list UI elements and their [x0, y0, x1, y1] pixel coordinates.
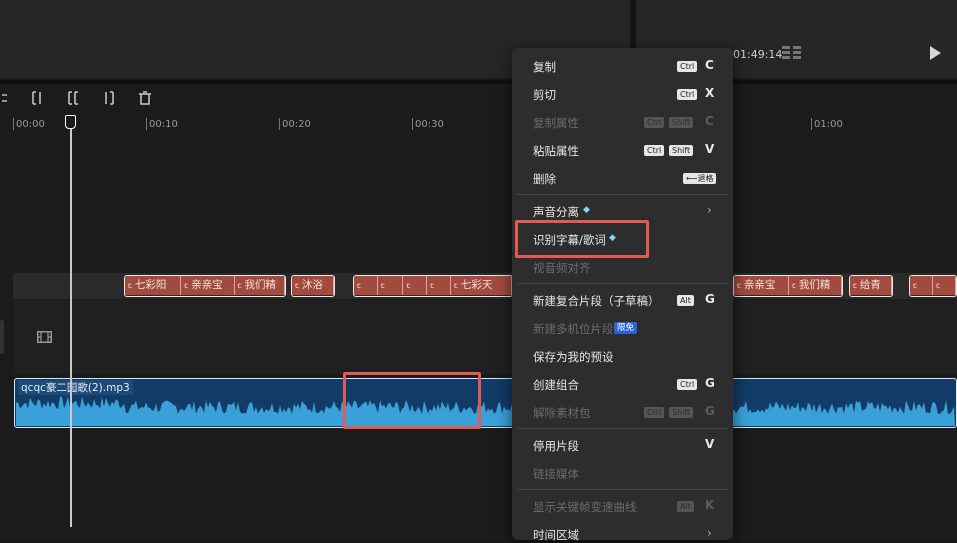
shortcut-shift: Shift	[669, 145, 694, 156]
shortcut-ctrl: Ctrl	[677, 61, 698, 72]
shortcut-key: K	[705, 498, 715, 512]
playhead-handle[interactable]	[65, 115, 76, 129]
vip-diamond-icon: ◆	[583, 205, 590, 215]
menu-separator	[517, 428, 728, 429]
menu-separator	[517, 283, 728, 284]
shortcut-key: G	[705, 376, 715, 390]
ruler-label: 00:30	[415, 119, 444, 130]
subtitle-clip[interactable]: ꞇ	[910, 276, 933, 295]
shortcut-ctrl: Ctrl	[644, 145, 665, 156]
subtitle-clip-group[interactable]: ꞇ ꞇ ꞇ ꞇ ꞇ 七彩天	[353, 275, 513, 297]
chevron-right-icon: ›	[707, 203, 712, 217]
menu-item-compound-clip[interactable]: 新建复合片段（子草稿）	[533, 293, 660, 309]
split-right-icon[interactable]	[102, 91, 118, 105]
menu-item-keyframe-speed-curve: 显示关键帧变速曲线	[533, 500, 637, 514]
subtitle-clip-group[interactable]: ꞇ ꞇ	[909, 275, 957, 297]
menu-item-cut[interactable]: 剪切	[533, 87, 556, 103]
shortcut-key: V	[705, 142, 715, 156]
menu-item-link-media: 链接媒体	[533, 467, 579, 481]
waveform-path	[16, 396, 955, 426]
audio-clip-name: qcqc豪二园歌(2).mp3	[18, 380, 133, 395]
ruler-tick	[811, 118, 812, 130]
playhead-line[interactable]	[70, 125, 72, 527]
subtitle-clip[interactable]: ꞇ	[377, 276, 404, 295]
play-icon[interactable]	[930, 46, 941, 60]
menu-separator	[517, 194, 728, 195]
menu-item-audio-separation[interactable]: 声音分离	[533, 204, 579, 220]
menu-separator	[517, 489, 728, 490]
subtitle-clip[interactable]: ꞇ	[403, 276, 428, 295]
menu-item-save-preset[interactable]: 保存为我的预设	[533, 349, 614, 365]
subtitle-clip[interactable]: ꞇ 沐浴	[292, 276, 334, 295]
chevron-right-icon: ›	[707, 526, 712, 540]
delete-icon[interactable]	[137, 91, 153, 105]
audio-waveform	[16, 396, 955, 426]
subtitle-clip[interactable]: ꞇ 亲亲宝	[181, 276, 235, 295]
shortcut-shift: Shift	[669, 407, 694, 418]
ruler-tick	[412, 118, 413, 130]
subtitle-clip[interactable]: ꞇ 给青	[850, 276, 892, 295]
subtitle-clip-group[interactable]: ꞇ 七彩阳 ꞇ 亲亲宝 ꞇ 我们精	[124, 275, 286, 297]
menu-item-copy[interactable]: 复制	[533, 59, 556, 75]
menu-item-paste-attributes[interactable]: 粘贴属性	[533, 143, 579, 159]
track-resize-handle[interactable]	[0, 320, 4, 354]
shortcut-ctrl: Ctrl	[677, 89, 698, 100]
player-timecode: 01:49:14	[733, 48, 783, 61]
shortcut-key: G	[705, 404, 715, 418]
shortcut-key: G	[705, 292, 715, 306]
shortcut-alt: Alt	[677, 295, 694, 306]
highlight-box-menu	[515, 220, 649, 258]
shortcut-ctrl: Ctrl	[677, 379, 698, 390]
undo-partial-icon[interactable]	[0, 91, 16, 105]
menu-item-ungroup: 解除素材包	[533, 406, 591, 420]
ruler-label: 00:00	[16, 119, 45, 130]
shortcut-key: C	[705, 114, 714, 128]
shortcut-backspace: ⟵退格	[683, 173, 717, 184]
menu-item-multicam: 新建多机位片段	[533, 322, 614, 336]
menu-item-copy-attributes: 复制属性	[533, 116, 579, 130]
menu-item-time-range[interactable]: 时间区域	[533, 527, 579, 543]
split-icon[interactable]	[66, 91, 82, 105]
ruler-tick	[279, 118, 280, 130]
grid-icon[interactable]	[782, 46, 802, 60]
shortcut-key: V	[705, 437, 715, 451]
highlight-box-audio	[343, 372, 481, 429]
ruler-tick	[146, 118, 147, 130]
subtitle-clip-group[interactable]: ꞇ 给青	[849, 275, 893, 297]
subtitle-clip[interactable]: ꞇ 亲亲宝	[734, 276, 789, 295]
shortcut-alt: Alt	[677, 501, 694, 512]
shortcut-ctrl: Ctrl	[644, 407, 665, 418]
menu-item-av-align: 视音频对齐	[533, 261, 591, 275]
subtitle-clip[interactable]: ꞇ 七彩天	[450, 276, 512, 295]
ruler-label: 00:10	[149, 119, 178, 130]
subtitle-clip[interactable]: ꞇ 七彩阳	[125, 276, 182, 295]
shortcut-key: C	[705, 58, 714, 72]
ruler-label: 00:20	[282, 119, 311, 130]
shortcut-ctrl: Ctrl	[644, 117, 665, 128]
free-badge: 限免	[614, 322, 638, 334]
ruler-tick	[13, 118, 14, 130]
video-track	[13, 300, 957, 374]
menu-item-disable-clip[interactable]: 停用片段	[533, 438, 579, 454]
film-icon	[37, 331, 52, 343]
subtitle-clip[interactable]: ꞇ	[427, 276, 451, 295]
subtitle-clip-group[interactable]: ꞇ 沐浴	[291, 275, 335, 297]
menu-item-create-group[interactable]: 创建组合	[533, 377, 579, 393]
ruler-label: 01:00	[814, 119, 843, 130]
subtitle-clip[interactable]: ꞇ 我们精	[234, 276, 285, 295]
split-left-icon[interactable]	[30, 91, 46, 105]
shortcut-shift: Shift	[669, 117, 694, 128]
shortcut-key: X	[705, 86, 715, 100]
subtitle-clip[interactable]: ꞇ	[933, 276, 956, 295]
subtitle-clip-group[interactable]: ꞇ 亲亲宝 ꞇ 我们精	[733, 275, 843, 297]
menu-item-delete[interactable]: 删除	[533, 171, 556, 187]
subtitle-clip[interactable]: ꞇ 我们精	[788, 276, 842, 295]
subtitle-clip[interactable]: ꞇ	[354, 276, 378, 295]
